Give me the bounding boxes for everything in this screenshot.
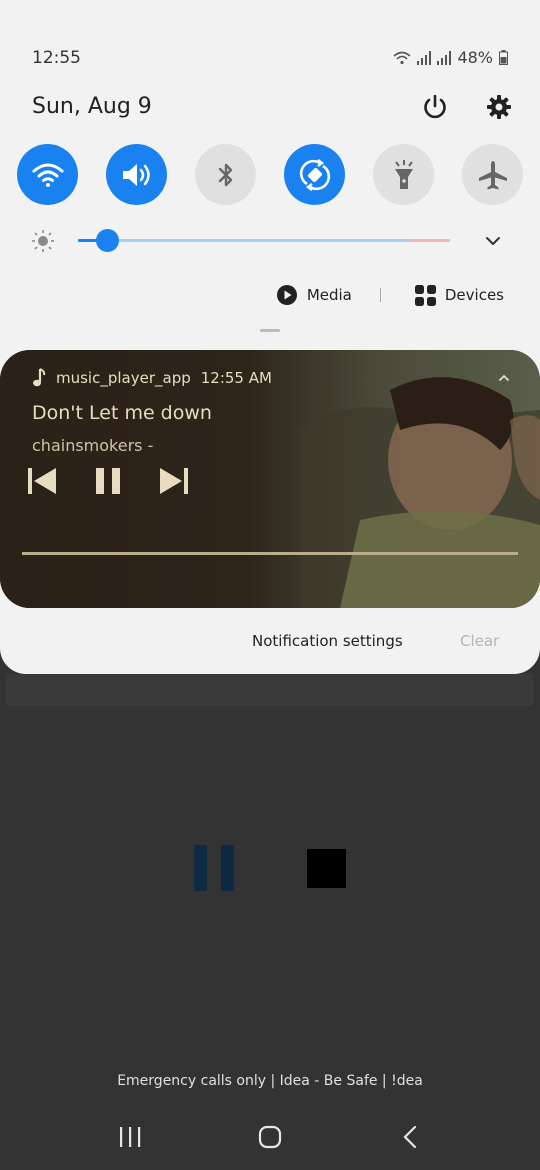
brightness-track (78, 239, 450, 242)
battery-percent: 48% (457, 48, 493, 67)
status-time: 12:55 (32, 48, 81, 68)
airplane-icon (478, 160, 507, 189)
chevron-down-icon[interactable] (482, 230, 504, 252)
playback-controls (26, 464, 190, 498)
status-icons: 48% (393, 48, 508, 67)
bluetooth-icon (218, 163, 232, 186)
status-bar: 12:55 48% (32, 44, 508, 74)
signal-icon (437, 50, 452, 65)
flashlight-icon (394, 159, 413, 189)
toggle-airplane-mode[interactable] (462, 144, 523, 205)
power-icon[interactable] (420, 92, 450, 122)
wifi-icon (393, 51, 411, 64)
music-note-icon (33, 368, 46, 387)
brightness-icon (32, 230, 54, 252)
background-pause-icon (194, 845, 234, 891)
recents-icon[interactable] (118, 1126, 142, 1148)
battery-icon (499, 50, 508, 65)
track-title: Don't Let me down (32, 402, 212, 424)
back-icon[interactable] (400, 1125, 420, 1149)
chevron-up-icon[interactable] (496, 370, 512, 386)
devices-label: Devices (444, 286, 504, 304)
media-notification[interactable]: music_player_app 12:55 AM Don't Let me d… (0, 350, 540, 608)
navigation-bar (0, 1120, 540, 1154)
background-stop-icon (307, 849, 346, 888)
next-icon (160, 468, 188, 494)
rotate-icon (299, 158, 330, 191)
notification-header: music_player_app 12:55 AM (32, 368, 272, 388)
panel-shadow (6, 674, 534, 706)
previous-button[interactable] (26, 465, 58, 497)
gear-icon[interactable] (484, 92, 514, 122)
seek-bar[interactable] (22, 552, 518, 555)
toggle-auto-rotate[interactable] (284, 144, 345, 205)
panel-drag-handle[interactable] (260, 329, 280, 332)
media-button[interactable]: Media (276, 284, 352, 306)
signal-icon (417, 50, 432, 65)
notification-settings-button[interactable]: Notification settings (252, 632, 403, 650)
devices-grid-icon (414, 284, 436, 306)
brightness-control (30, 226, 504, 256)
brightness-track-high (410, 239, 450, 242)
media-devices-row: Media Devices (276, 282, 504, 308)
wifi-icon (32, 163, 63, 187)
quick-toggles (17, 144, 523, 206)
home-icon[interactable] (258, 1125, 282, 1149)
toggle-bluetooth[interactable] (195, 144, 256, 205)
divider (379, 288, 381, 302)
date-label: Sun, Aug 9 (32, 94, 152, 119)
toggle-flashlight[interactable] (373, 144, 434, 205)
toggle-sound[interactable] (106, 144, 167, 205)
pause-button[interactable] (92, 465, 124, 497)
devices-button[interactable]: Devices (414, 284, 504, 306)
notification-time: 12:55 AM (200, 369, 272, 387)
clear-button[interactable]: Clear (460, 632, 499, 650)
emergency-calls-text: Emergency calls only | Idea - Be Safe | … (117, 1073, 423, 1089)
track-artist: chainsmokers - (32, 436, 154, 455)
previous-icon (28, 468, 56, 494)
app-name: music_player_app (56, 369, 191, 387)
next-button[interactable] (158, 465, 190, 497)
pause-icon (96, 468, 120, 494)
brightness-slider-thumb[interactable] (96, 229, 120, 252)
play-circle-icon (276, 285, 297, 305)
speaker-icon (122, 163, 150, 186)
media-label: Media (306, 286, 352, 304)
date-row: Sun, Aug 9 (32, 92, 514, 126)
toggle-wifi[interactable] (17, 144, 78, 205)
